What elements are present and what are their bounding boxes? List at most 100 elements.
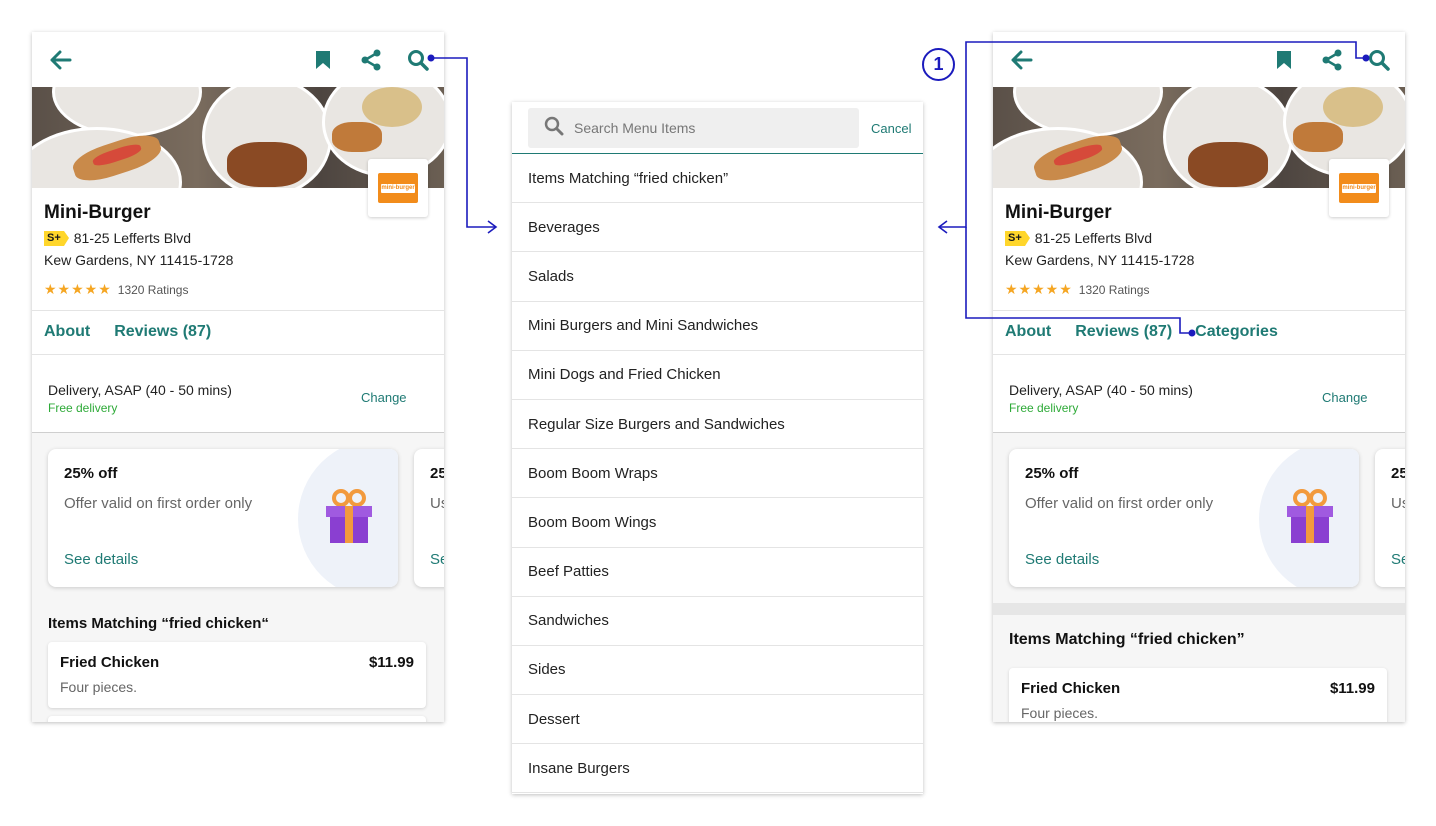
search-bar[interactable]: [528, 108, 859, 148]
category-item[interactable]: Sides: [512, 646, 923, 696]
see-details-link[interactable]: See details: [1025, 551, 1099, 568]
change-delivery-button[interactable]: Change: [361, 390, 407, 405]
plus-badge: S+: [44, 230, 69, 246]
logo-text: mini-burger: [381, 183, 415, 193]
category-item[interactable]: Salads: [512, 252, 923, 302]
cancel-button[interactable]: Cancel: [871, 121, 911, 136]
category-search-screen: Cancel Items Matching “fried chicken”Bev…: [512, 102, 923, 794]
category-list: Items Matching “fried chicken” Beverages S…: [512, 154, 923, 794]
see-details-link[interactable]: See details: [64, 551, 138, 568]
results-title: Items Matching “fried chicken“: [48, 615, 269, 632]
annotation-number-badge: 1: [922, 48, 955, 81]
free-delivery-label: Free delivery: [48, 401, 118, 415]
category-item[interactable]: Regular Size Burgers and Sandwiches: [512, 400, 923, 450]
category-item[interactable]: Beef Patties: [512, 548, 923, 597]
promo-text: Us: [1391, 495, 1405, 512]
share-icon[interactable]: [1319, 47, 1345, 73]
category-item[interactable]: Mini Burgers and Mini Sandwiches: [512, 302, 923, 351]
category-item[interactable]: Mini Dogs and Fried Chicken: [512, 351, 923, 400]
store-screen-before: mini-burger Mini-Burger S+ 81-25 Leffert…: [32, 32, 444, 722]
results-title: Items Matching “fried chicken”: [1009, 631, 1245, 648]
promo-text: Us: [430, 495, 444, 512]
item-name: Fried Chicken: [1021, 680, 1121, 697]
arrow-right-icon: [487, 220, 498, 234]
search-menu-input[interactable]: [574, 120, 834, 136]
see-details-link[interactable]: Se: [430, 551, 444, 568]
section-separator: [993, 603, 1405, 615]
address-line1-text: 81-25 Lefferts Blvd: [73, 230, 192, 246]
arrow-left-icon: [937, 220, 948, 234]
divider: [993, 310, 1405, 311]
ratings-count: 1320 Ratings: [117, 282, 189, 297]
tab-categories[interactable]: Categories: [1195, 323, 1278, 341]
store-tabs: About Reviews (87) Categories: [1005, 323, 1278, 341]
store-address-line1: S+ 81-25 Lefferts Blvd: [44, 230, 191, 246]
search-icon[interactable]: [1366, 47, 1392, 73]
rating: ★★★★★ 1320 Ratings: [44, 281, 188, 298]
promo-title: 25% off: [64, 465, 118, 482]
divider: [993, 354, 1405, 355]
promo-card[interactable]: 25 Us Se: [414, 449, 444, 587]
menu-item-card[interactable]: [48, 716, 426, 722]
item-price: $11.99: [368, 654, 414, 671]
category-item[interactable]: Boom Boom Wraps: [512, 449, 923, 499]
top-bar: [993, 32, 1405, 87]
promo-card[interactable]: 25 Us Se: [1375, 449, 1405, 587]
bookmark-icon[interactable]: [1271, 47, 1297, 73]
star-rating-icon: ★★★★★: [44, 281, 112, 297]
store-name: Mini-Burger: [1005, 202, 1112, 223]
free-delivery-label: Free delivery: [1009, 401, 1079, 415]
divider: [32, 354, 444, 355]
category-item[interactable]: Boom Boom Wings: [512, 498, 923, 548]
store-address-line1: S+ 81-25 Lefferts Blvd: [1005, 230, 1152, 246]
tab-about[interactable]: About: [44, 323, 90, 341]
store-tabs: About Reviews (87): [44, 323, 211, 341]
category-item[interactable]: Dessert: [512, 695, 923, 745]
category-item[interactable]: Items Matching “fried chicken”: [512, 154, 923, 204]
plus-badge: S+: [1005, 230, 1030, 246]
search-icon[interactable]: [405, 47, 431, 73]
delivery-time: Delivery, ASAP (40 - 50 mins): [48, 382, 232, 398]
category-item[interactable]: Beverages: [512, 203, 923, 253]
address-line1-text: 81-25 Lefferts Blvd: [1034, 230, 1153, 246]
promo-card[interactable]: 25% off Offer valid on first order only …: [1009, 449, 1359, 587]
promo-title: 25% off: [1025, 465, 1079, 482]
share-icon[interactable]: [358, 47, 384, 73]
star-rating-icon: ★★★★★: [1005, 281, 1073, 297]
store-screen-after: mini-burger Mini-Burger S+ 81-25 Leffert…: [993, 32, 1405, 722]
promo-text: Offer valid on first order only: [1025, 495, 1214, 512]
store-name: Mini-Burger: [44, 202, 151, 223]
category-item[interactable]: Sandwiches: [512, 597, 923, 646]
store-address-line2: Kew Gardens, NY 11415-1728: [44, 252, 234, 268]
item-description: Four pieces.: [1021, 705, 1099, 721]
promo-card[interactable]: 25% off Offer valid on first order only …: [48, 449, 398, 587]
item-description: Four pieces.: [60, 679, 138, 695]
see-details-link[interactable]: Se: [1391, 551, 1405, 568]
top-bar: [32, 32, 444, 87]
category-item[interactable]: Insane Burgers: [512, 744, 923, 794]
bookmark-icon[interactable]: [310, 47, 336, 73]
gift-icon: [324, 489, 374, 550]
back-arrow-icon[interactable]: [1009, 47, 1035, 73]
rating: ★★★★★ 1320 Ratings: [1005, 281, 1149, 298]
item-price: $11.99: [1329, 680, 1375, 697]
store-logo: mini-burger: [1329, 159, 1389, 217]
menu-item-card[interactable]: Fried Chicken $11.99 Four pieces.: [48, 642, 426, 708]
promo-text: Offer valid on first order only: [64, 495, 253, 512]
gift-icon: [1285, 489, 1335, 550]
tab-reviews[interactable]: Reviews (87): [1075, 323, 1172, 341]
menu-item-card[interactable]: Fried Chicken $11.99 Four pieces.: [1009, 668, 1387, 722]
search-icon: [544, 116, 564, 141]
store-address-line2: Kew Gardens, NY 11415-1728: [1005, 252, 1195, 268]
tab-about[interactable]: About: [1005, 323, 1051, 341]
back-arrow-icon[interactable]: [48, 47, 74, 73]
delivery-time: Delivery, ASAP (40 - 50 mins): [1009, 382, 1193, 398]
logo-text: mini-burger: [1342, 183, 1376, 193]
change-delivery-button[interactable]: Change: [1322, 390, 1368, 405]
promo-title: 25: [430, 465, 444, 482]
ratings-count: 1320 Ratings: [1078, 282, 1150, 297]
item-name: Fried Chicken: [60, 654, 160, 671]
store-logo: mini-burger: [368, 159, 428, 217]
tab-reviews[interactable]: Reviews (87): [114, 323, 211, 341]
divider: [32, 310, 444, 311]
